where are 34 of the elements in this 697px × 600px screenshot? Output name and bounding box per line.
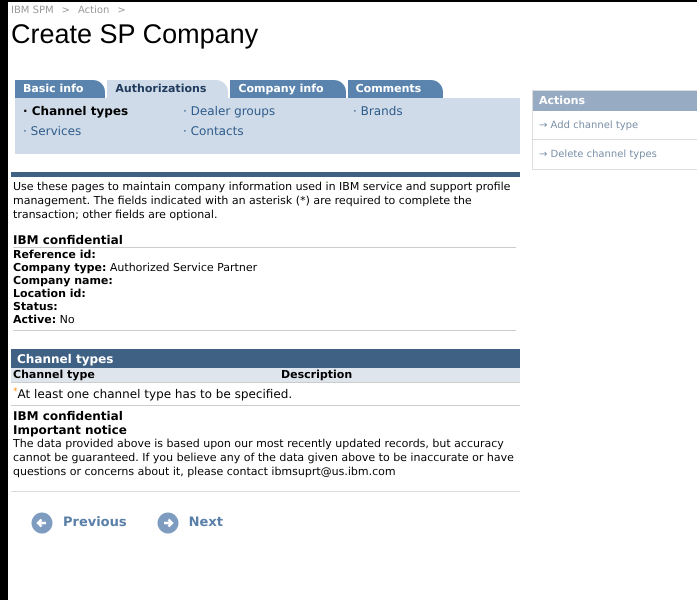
breadcrumb-link[interactable]: Action [78, 6, 110, 16]
info-field: Active: No [13, 313, 516, 326]
subnav-link[interactable]: · Contacts [183, 122, 353, 140]
info-field: Company type: Authorized Service Partner [13, 261, 516, 274]
info-field: Company name: [13, 274, 516, 287]
info-field: Location id: [13, 287, 516, 300]
section-header: Channel types [11, 349, 520, 368]
subnav-link[interactable]: · Brands [353, 102, 512, 120]
tab[interactable]: Authorizations [107, 80, 228, 98]
notice-text: The data provided above is based upon our most recently updated records, but accuracy cannot be guaranteed. If you believe any of the data given above to be inaccurate or have questions or concerns about it, please contact ibmsuprt@us.ibm.com [13, 437, 515, 479]
section-heading: IBM confidential [13, 409, 124, 423]
panel-title: Actions [533, 91, 697, 111]
required-note: $^{*}$At least one channel type has to be specified. [11, 383, 520, 406]
info-field: Reference id: [13, 248, 516, 261]
subnav-link[interactable]: · Services [23, 122, 183, 140]
notice-heading: Important notice [13, 423, 128, 437]
column-header: Description [281, 366, 352, 383]
intro-text: Use these pages to maintain company information used in IBM service and support profile management. The fields indicated with an asterisk (*) are required to complete the transaction; other fields are optional. [13, 180, 512, 222]
sidebar-link[interactable]: → Add channel type [533, 111, 697, 140]
tab[interactable]: Comments [348, 80, 444, 98]
sidebar-link[interactable]: → Delete channel types [533, 140, 697, 169]
next-button[interactable]: Next [156, 512, 223, 534]
page-title: Create SP Company [11, 18, 260, 50]
tab[interactable]: Basic info [15, 80, 106, 98]
subnav-link[interactable]: · Dealer groups [183, 102, 353, 120]
breadcrumb-separator: > [117, 6, 126, 16]
subnav-link[interactable]: · Channel types [23, 102, 183, 120]
breadcrumb-link[interactable]: IBM SPM [11, 6, 54, 16]
breadcrumb-separator: > [62, 6, 70, 16]
column-header: Channel type [13, 366, 96, 383]
tab[interactable]: Company info [230, 80, 346, 98]
info-field: Status: [13, 300, 516, 313]
section-heading: IBM confidential [13, 234, 516, 248]
previous-button[interactable]: Previous [31, 512, 127, 534]
